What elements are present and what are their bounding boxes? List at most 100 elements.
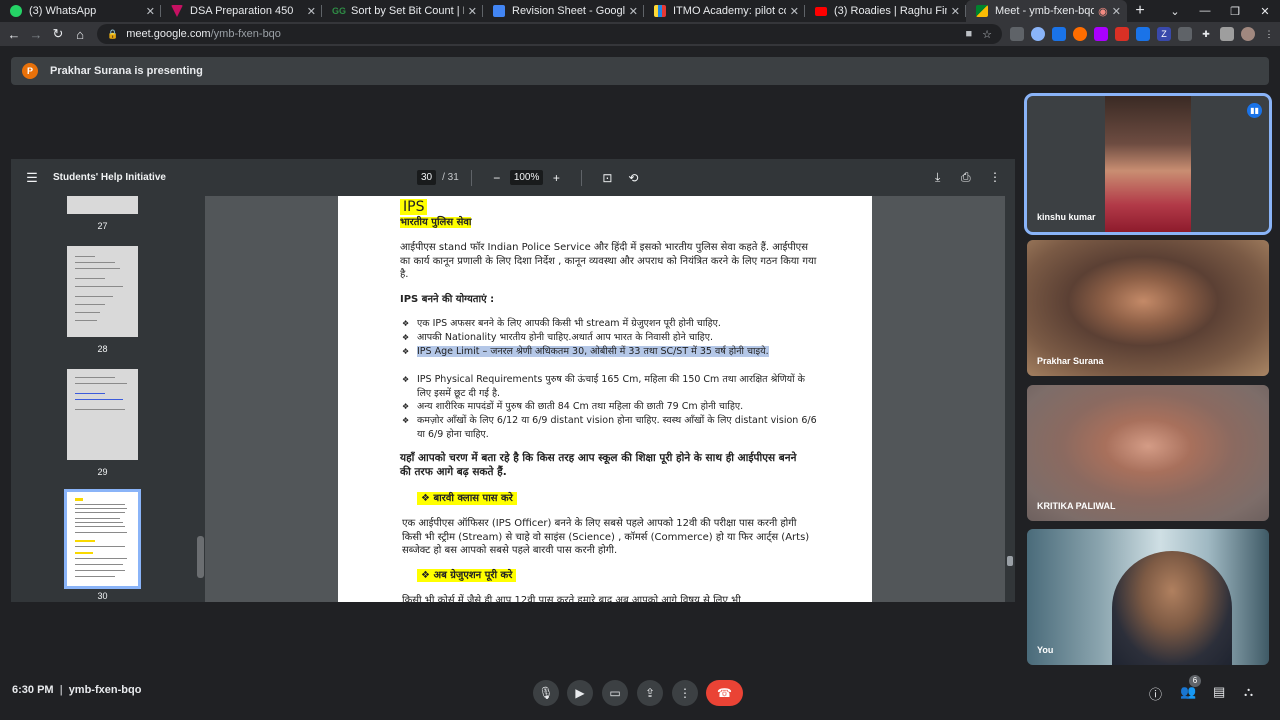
new-tab-button[interactable]: + — [1127, 2, 1153, 20]
presenter-avatar: P — [22, 63, 38, 79]
participant-tile[interactable]: You — [1027, 529, 1269, 665]
extension-icon[interactable] — [1178, 27, 1192, 41]
toolbar: ← → ↻ ⌂ 🔒 meet.google.com/ymb-fxen-bqo ■… — [0, 22, 1280, 46]
list-item: ❖ कमज़ोर आँखों के लिए 6/12 या 6/9 distant… — [402, 415, 817, 440]
extension-icon[interactable] — [1094, 27, 1108, 41]
captions-button[interactable]: ▭ — [602, 680, 628, 706]
step-heading: ❖ बारवी क्लास पास करे — [417, 492, 517, 505]
close-icon[interactable]: ✕ — [146, 5, 155, 18]
print-icon[interactable]: ⎙ — [961, 170, 971, 185]
avatar[interactable] — [1241, 27, 1255, 41]
thumbnail-label: 29 — [97, 467, 108, 477]
participant-name: KRITIKA PALIWAL — [1037, 501, 1116, 511]
close-icon[interactable]: ✕ — [790, 5, 799, 18]
recording-icon: ◉ — [1098, 5, 1108, 18]
hamburger-icon[interactable]: ☰ — [11, 170, 53, 186]
tab-geeksforgeeks[interactable]: GG Sort by Set Bit Count | Practice | ✕ — [322, 0, 483, 22]
url-path: /ymb-fxen-bqo — [210, 28, 281, 40]
participant-tile[interactable]: KRITIKA PALIWAL — [1027, 385, 1269, 521]
close-icon[interactable]: ✕ — [951, 5, 960, 18]
restore-icon[interactable]: ❐ — [1220, 5, 1250, 18]
page-thumbnail[interactable] — [67, 246, 138, 337]
meeting-controls: 6:30 PM | ymb-fxen-bqo 🎙 ▶ ▭ ⇪ ⋮ ☎ ⓘ 👥 6… — [0, 672, 1280, 712]
address-bar[interactable]: 🔒 meet.google.com/ymb-fxen-bqo ■ ☆ — [97, 24, 1002, 44]
meet-icon — [976, 5, 988, 17]
participant-tile[interactable]: Prakhar Surana — [1027, 240, 1269, 376]
tab-title: ITMO Academy: pilot course - C — [673, 5, 786, 17]
menu-icon[interactable]: ⋮ — [1262, 27, 1276, 41]
video-feed — [1105, 96, 1191, 232]
pdf-toolbar: ☰ Students' Help Initiative 30 / 31 − 10… — [11, 159, 1015, 196]
extension-icon[interactable] — [1073, 27, 1087, 41]
people-count-badge: 6 — [1189, 675, 1201, 687]
camera-button[interactable]: ▶ — [567, 680, 593, 706]
back-icon[interactable]: ← — [3, 27, 25, 42]
lock-icon[interactable]: 🔒 — [107, 29, 118, 40]
close-icon[interactable]: ✕ — [629, 5, 638, 18]
tab-meet[interactable]: Meet - ymb-fxen-bqo ◉ ✕ — [966, 0, 1127, 22]
extension-icon[interactable] — [1010, 27, 1024, 41]
step-paragraph: किसी भी कोर्स में जैसे ही आप 12वी पास कर… — [402, 595, 741, 602]
extension-icon[interactable]: Z — [1157, 27, 1171, 41]
zoom-in-icon[interactable]: + — [543, 171, 569, 185]
more-options-button[interactable]: ⋮ — [672, 680, 698, 706]
close-icon[interactable]: ✕ — [468, 5, 477, 18]
list-item: ❖ अन्य शारीरिक मापदंडों में पुरुष की छाती… — [402, 401, 744, 412]
zoom-input[interactable]: 100% — [509, 170, 544, 185]
tab-dsa[interactable]: DSA Preparation 450 ✕ — [161, 0, 322, 22]
minimize-icon[interactable]: — — [1190, 5, 1220, 17]
thumbnail-sidebar: 27 28 29 30 — [11, 196, 196, 602]
chat-icon[interactable]: ▤ — [1213, 684, 1225, 700]
participant-tile[interactable]: ▮▮ kinshu kumar — [1024, 93, 1272, 235]
more-icon[interactable]: ⋮ — [989, 170, 1001, 184]
activities-icon[interactable]: ⛬ — [1244, 684, 1253, 700]
presenting-text: Prakhar Surana is presenting — [50, 65, 203, 77]
extension-icon[interactable] — [1220, 27, 1234, 41]
tab-google-docs[interactable]: Revision Sheet - Google Docs ✕ — [483, 0, 644, 22]
page-thumbnail[interactable] — [67, 196, 138, 214]
meeting-time: 6:30 PM — [12, 684, 54, 696]
camera-icon[interactable]: ■ — [965, 28, 972, 41]
download-icon[interactable]: ⤓ — [935, 170, 940, 185]
extension-icon[interactable] — [1052, 27, 1066, 41]
page-thumbnail[interactable] — [67, 369, 138, 460]
step-heading: ❖ अब ग्रेजुएशन पूरी करे — [417, 569, 517, 582]
star-icon[interactable]: ☆ — [982, 28, 992, 41]
close-icon[interactable]: ✕ — [307, 5, 316, 18]
steps-intro: यहाँ आपको चरण में बता रहे है कि किस तरह … — [400, 452, 797, 478]
rotate-icon[interactable]: ⟲ — [620, 171, 646, 185]
extension-icon[interactable] — [1136, 27, 1150, 41]
present-button[interactable]: ⇪ — [637, 680, 663, 706]
thumbnail-scrollbar[interactable] — [196, 196, 205, 602]
home-icon[interactable]: ⌂ — [69, 27, 91, 42]
participant-name: kinshu kumar — [1037, 212, 1096, 222]
page-scrollbar[interactable] — [1005, 196, 1015, 602]
page-thumbnail-selected[interactable] — [64, 489, 141, 589]
list-item: ❖ आपकी Nationality भारतीय होनी चाहिए.अथार… — [402, 332, 714, 343]
page-heading: IPS — [400, 199, 428, 215]
tab-youtube[interactable]: (3) Roadies | Raghu Finds An As ✕ — [805, 0, 966, 22]
qualifications-title: IPS बनने की योग्यताएं : — [400, 294, 495, 305]
tab-whatsapp[interactable]: (3) WhatsApp ✕ — [0, 0, 161, 22]
more-vert-icon: ⋮ — [679, 686, 691, 700]
zoom-out-icon[interactable]: − — [484, 171, 510, 185]
close-window-icon[interactable]: ✕ — [1250, 5, 1280, 18]
extension-icon[interactable] — [1031, 27, 1045, 41]
reload-icon[interactable]: ↻ — [47, 26, 69, 42]
puzzle-icon[interactable]: ✚ — [1199, 27, 1213, 41]
window-controls: ⌄ — ❐ ✕ — [1160, 0, 1280, 22]
tab-search-icon[interactable]: ⌄ — [1160, 5, 1190, 18]
extension-icon[interactable] — [1115, 27, 1129, 41]
bar-chart-icon — [654, 5, 666, 17]
tab-codeforces[interactable]: ITMO Academy: pilot course - C ✕ — [644, 0, 805, 22]
step-paragraph: एक आईपीएस ऑफिसर (IPS Officer) बनने के लि… — [402, 518, 810, 556]
close-icon[interactable]: ✕ — [1112, 5, 1121, 18]
fit-page-icon[interactable]: ⊡ — [594, 171, 620, 185]
leave-call-button[interactable]: ☎ — [706, 680, 743, 706]
forward-icon[interactable]: → — [25, 27, 47, 42]
tab-title: (3) WhatsApp — [29, 5, 97, 17]
page-number-input[interactable]: 30 — [417, 170, 437, 185]
whatsapp-icon — [10, 5, 22, 17]
microphone-button[interactable]: 🎙 — [533, 680, 559, 706]
info-icon[interactable]: ⓘ — [1149, 684, 1162, 703]
